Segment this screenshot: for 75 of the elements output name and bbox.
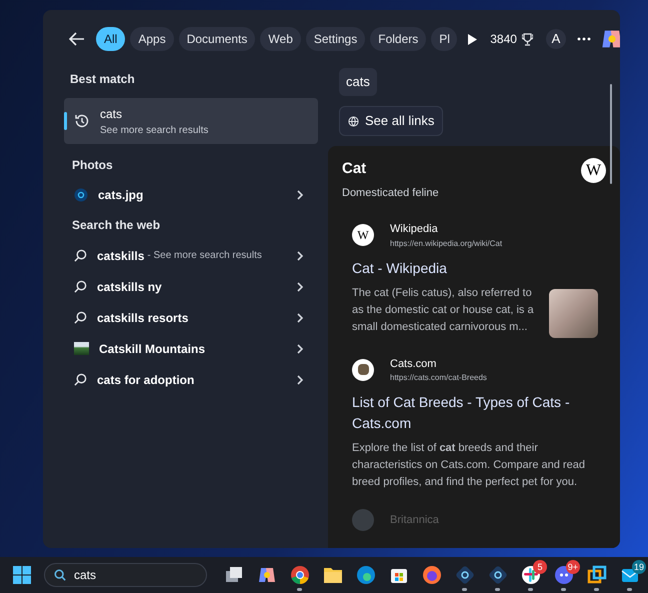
back-arrow-icon[interactable] (69, 32, 85, 46)
play-icon[interactable] (468, 34, 478, 44)
filter-tab[interactable]: Pl (431, 27, 458, 51)
section-heading: Best match (70, 71, 136, 88)
suggestion-hint: - See more search results (147, 249, 262, 263)
wikipedia-logo: W (581, 158, 606, 183)
best-match-item[interactable]: cats See more search results (64, 98, 318, 144)
notification-badge: 9+ (566, 560, 580, 574)
filter-tab[interactable]: Web (260, 27, 301, 51)
result-snippet: The cat (Felis catus), also referred to as the domestic cat or house cat, is a small domesticated carnivorous m... (352, 286, 535, 334)
search-icon (74, 280, 87, 293)
chrome-icon[interactable] (290, 565, 310, 585)
section-heading: Photos (72, 157, 114, 174)
source-url: https://cats.com/cat-Breeds (390, 372, 487, 384)
overlapping-squares-icon[interactable] (586, 565, 606, 585)
suggestion-text: Catskill Mountains (99, 340, 206, 358)
web-suggestion[interactable]: catskills resorts (64, 302, 318, 333)
result-snippet: Explore the list of cat breeds and their characteristics on Cats.com. Compare and read breed profiles, and find the perfect pet for you. (352, 441, 586, 490)
taskbar-search-field[interactable]: cats (44, 563, 207, 587)
result-text: cats.jpg (98, 187, 144, 204)
suggestion-text: catskills (97, 248, 144, 264)
web-suggestion[interactable]: catskills - See more search results (64, 240, 318, 271)
source-name: Wikipedia (390, 222, 439, 237)
query-chip[interactable]: cats (339, 68, 377, 96)
notification-badge: 19 (632, 560, 646, 574)
trophy-icon[interactable] (522, 32, 533, 46)
chevron-right-icon (296, 250, 304, 260)
stacked-windows-icon[interactable] (224, 565, 244, 585)
account-avatar[interactable]: A (546, 29, 566, 49)
globe-icon (348, 116, 359, 126)
chevron-right-icon (296, 312, 304, 322)
chevron-right-icon (296, 190, 304, 200)
photos-app-icon (74, 188, 88, 202)
web-suggestion[interactable]: cats for adoption (64, 364, 318, 395)
cat-logo-icon (352, 358, 374, 381)
web-suggestion[interactable]: catskills ny (64, 271, 318, 302)
site-logo-icon (352, 509, 374, 531)
landscape-thumbnail (74, 342, 89, 355)
filter-tab[interactable]: Apps (130, 27, 174, 51)
history-icon (74, 113, 90, 129)
source-url: https://en.wikipedia.org/wiki/Cat (390, 238, 502, 250)
chevron-right-icon (296, 374, 304, 384)
search-icon (74, 373, 87, 386)
web-suggestion[interactable]: Catskill Mountains (64, 333, 318, 364)
photo-result[interactable]: cats.jpg (64, 180, 318, 210)
chevron-right-icon (296, 344, 304, 354)
filter-tab[interactable]: All (96, 27, 126, 51)
card-title: Cat (342, 159, 368, 179)
chevron-right-icon (296, 282, 304, 292)
selection-indicator (64, 112, 67, 130)
notification-badge: 5 (533, 560, 547, 574)
search-icon (54, 569, 66, 581)
result-title-link[interactable]: List of Cat Breeds - Types of Cats - Cats.com (352, 392, 598, 434)
source-name: Cats.com (390, 356, 438, 372)
result-title-link[interactable]: Cat - Wikipedia (352, 258, 598, 278)
source-name: Britannica (390, 512, 439, 528)
filter-tab[interactable]: Documents (178, 27, 256, 51)
suggestion-text: catskills ny (97, 278, 162, 296)
wikipedia-logo: W (352, 224, 374, 246)
card-subtitle: Domesticated feline (342, 186, 439, 200)
search-icon (74, 311, 87, 324)
see-all-links-button[interactable]: See all links (339, 106, 444, 136)
filter-tab[interactable]: Folders (370, 27, 426, 51)
points-count: 3840 (490, 31, 517, 48)
suggestion-text: catskills resorts (97, 310, 188, 326)
more-icon[interactable] (576, 37, 591, 41)
section-heading: Search the web (72, 217, 162, 234)
folder-icon[interactable] (322, 566, 342, 584)
windows-logo-icon[interactable] (12, 565, 32, 585)
filter-tab[interactable]: Settings (306, 27, 366, 51)
search-icon (74, 249, 87, 262)
suggestion-text: cats for adoption (97, 372, 194, 388)
item-title: cats (100, 106, 124, 122)
item-subtitle: See more search results (100, 124, 208, 138)
photo-placeholder (549, 288, 598, 338)
